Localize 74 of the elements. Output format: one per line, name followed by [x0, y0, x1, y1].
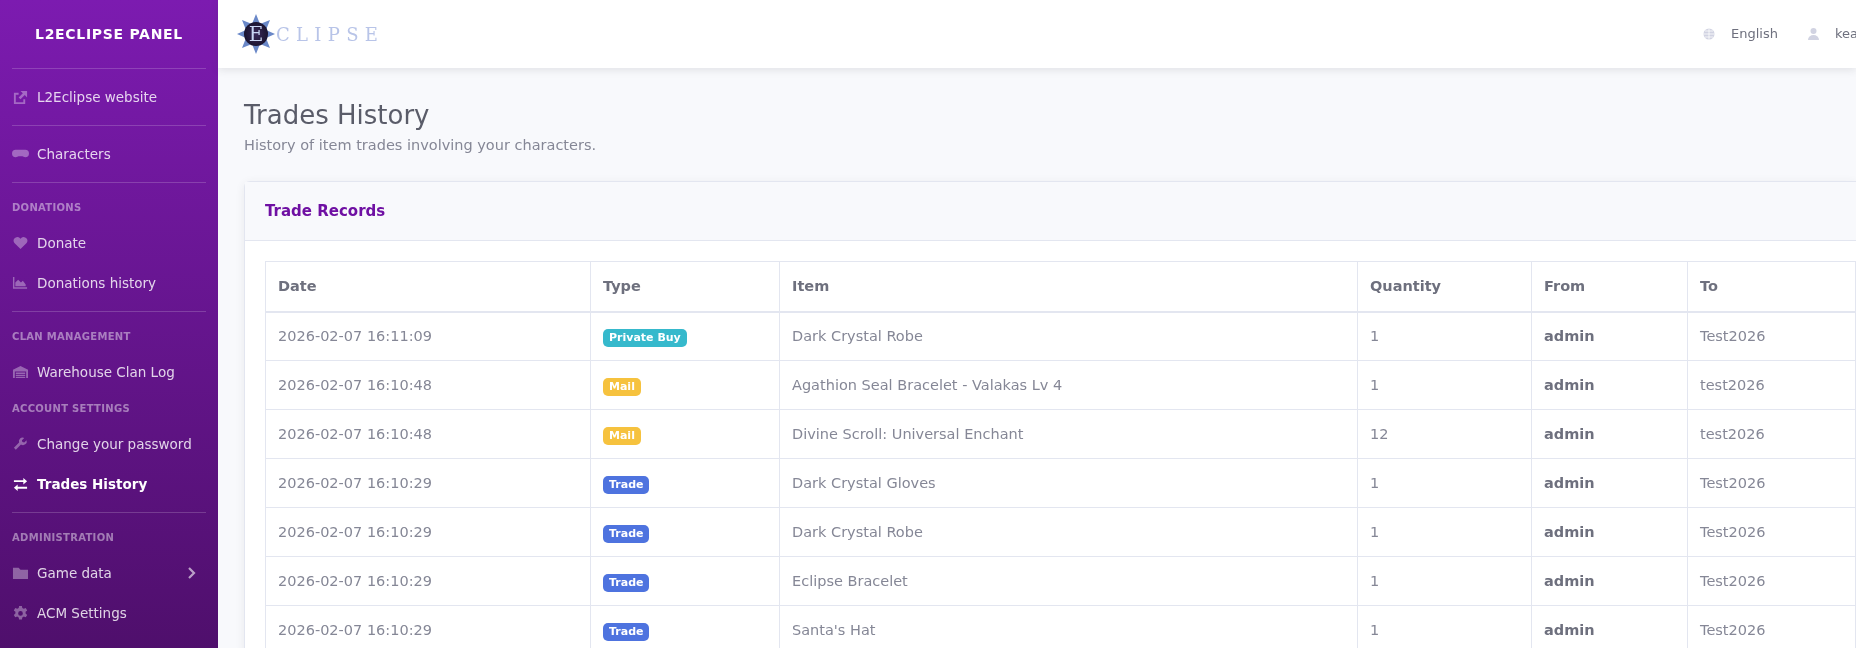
table-cell: Test2026: [1687, 458, 1856, 508]
table-cell: 1: [1357, 556, 1532, 606]
table-cell: 2026-02-07 16:10:29: [265, 556, 591, 606]
area-chart-icon: [12, 275, 29, 291]
table-cell: Divine Scroll: Universal Enchant: [779, 409, 1358, 459]
table-cell: 1: [1357, 311, 1532, 361]
sidebar-heading: DONATIONS: [12, 201, 83, 215]
table-cell: admin: [1531, 458, 1688, 508]
type-badge: Mail: [603, 426, 641, 445]
table-cell: Agathion Seal Bracelet - Valakas Lv 4: [779, 360, 1358, 410]
folder-icon: [12, 565, 29, 581]
table-cell: 2026-02-07 16:10:29: [265, 605, 591, 648]
sidebar-heading: CLAN MANAGEMENT: [12, 330, 132, 344]
table-cell: Test2026: [1687, 556, 1856, 606]
table-cell: 2026-02-07 16:10:48: [265, 409, 591, 459]
panel-brand: L2ECLIPSE PANEL: [34, 24, 184, 44]
user-menu[interactable]: kea: [1807, 24, 1856, 44]
table-cell: 2026-02-07 16:10:29: [265, 507, 591, 557]
page-title: Trades History: [244, 100, 431, 132]
heart-icon: [12, 235, 29, 251]
table-cell: test2026: [1687, 360, 1856, 410]
table-cell: Dark Crystal Robe: [779, 507, 1358, 557]
card-title: Trade Records: [265, 201, 386, 220]
column-header: From: [1531, 261, 1688, 312]
table-cell: Dark Crystal Robe: [779, 311, 1358, 361]
table-cell: Eclipse Bracelet: [779, 556, 1358, 606]
column-header: Quantity: [1357, 261, 1532, 312]
language-selector[interactable]: English: [1703, 24, 1778, 44]
globe-icon: [1703, 28, 1715, 40]
exchange-arrows-icon: [12, 476, 29, 492]
table-cell: Test2026: [1687, 507, 1856, 557]
sidebar-item[interactable]: Change your password: [12, 424, 206, 464]
sidebar-item[interactable]: Donate: [12, 223, 206, 263]
sidebar-item[interactable]: Characters: [12, 134, 206, 174]
type-badge: Trade: [603, 622, 650, 641]
column-header: To: [1687, 261, 1856, 312]
table-cell: 2026-02-07 16:10:48: [265, 360, 591, 410]
type-badge: Private Buy: [603, 328, 687, 347]
type-badge: Trade: [603, 573, 650, 592]
column-header: Date: [265, 261, 591, 312]
table-cell: 12: [1357, 409, 1532, 459]
table-cell: test2026: [1687, 409, 1856, 459]
sidebar-item[interactable]: Trades History: [12, 464, 206, 504]
wrench-icon: [12, 436, 29, 452]
table-cell: admin: [1531, 507, 1688, 557]
sidebar-item[interactable]: Warehouse Clan Log: [12, 352, 206, 392]
sidebar-item[interactable]: L2Eclipse website: [12, 77, 206, 117]
user-icon: [1807, 28, 1819, 40]
type-badge: Trade: [603, 524, 650, 543]
table-cell: 2026-02-07 16:10:29: [265, 458, 591, 508]
column-header: Item: [779, 261, 1358, 312]
table-cell: Dark Crystal Gloves: [779, 458, 1358, 508]
sidebar-item[interactable]: Game data: [12, 553, 206, 593]
table-cell: 1: [1357, 360, 1532, 410]
warehouse-icon: [12, 364, 29, 380]
table-cell: admin: [1531, 311, 1688, 361]
table-cell: 1: [1357, 458, 1532, 508]
page-subtitle: History of item trades involving your characters.: [244, 136, 598, 156]
table-cell: admin: [1531, 360, 1688, 410]
gear-icon: [12, 605, 29, 621]
sidebar-heading: ADMINISTRATION: [12, 531, 116, 545]
table-cell: Test2026: [1687, 311, 1856, 361]
external-link-icon: [12, 89, 29, 105]
sidebar-item[interactable]: Donations history: [12, 263, 206, 303]
logo[interactable]: E CLIPSE: [236, 12, 385, 56]
table-cell: admin: [1531, 409, 1688, 459]
table-cell: 2026-02-07 16:11:09: [265, 311, 591, 361]
sidebar-item[interactable]: ACM Settings: [12, 593, 206, 633]
table-cell: 1: [1357, 507, 1532, 557]
type-badge: Mail: [603, 377, 641, 396]
column-header: Type: [590, 261, 780, 312]
table-cell: admin: [1531, 556, 1688, 606]
type-badge: Trade: [603, 475, 650, 494]
sidebar-heading: ACCOUNT SETTINGS: [12, 402, 131, 416]
